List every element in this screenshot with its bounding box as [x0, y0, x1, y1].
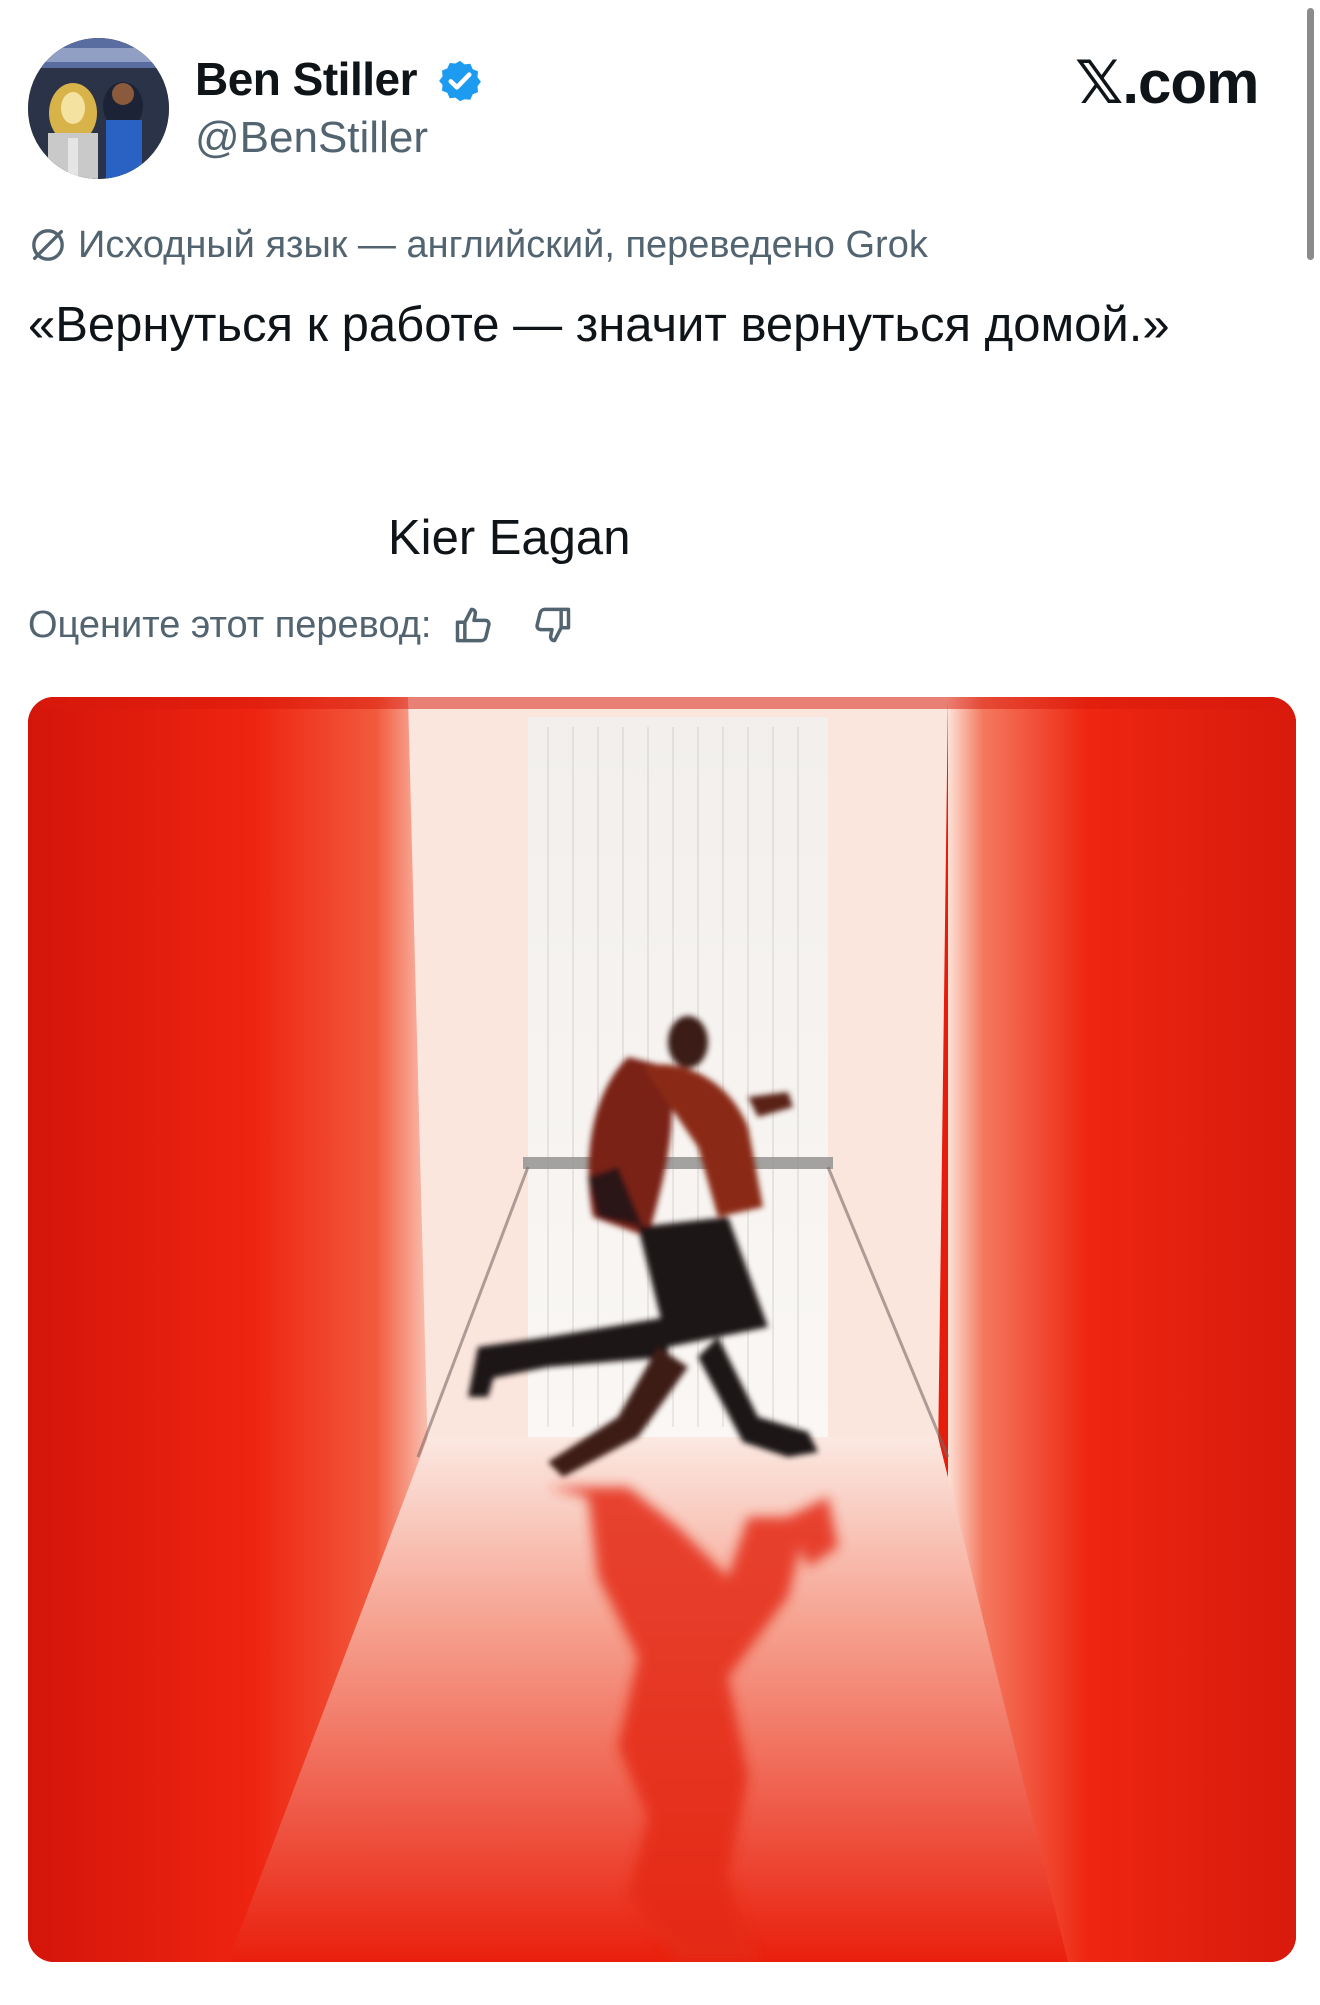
author-name[interactable]: Ben Stiller [195, 52, 418, 106]
tweet-text: «Вернуться к работе — значит вернуться д… [28, 298, 1170, 352]
thumbs-down-icon [535, 607, 571, 643]
avatar[interactable] [28, 38, 169, 179]
avatar-photo [28, 38, 169, 179]
author-handle[interactable]: @BenStiller [195, 113, 428, 163]
tweet-media-image[interactable] [28, 697, 1296, 1962]
x-com-logo: 𝕏.com [1075, 49, 1259, 116]
thumbs-up-button[interactable] [451, 602, 497, 648]
globe-slash-icon [32, 229, 64, 261]
translation-note: Исходный язык — английский, переведено G… [28, 222, 928, 268]
thumbs-up-icon [456, 607, 492, 643]
scrollbar[interactable] [1307, 8, 1314, 260]
hallway-runner-photo [28, 697, 1296, 1962]
rate-translation-row: Оцените этот перевод: [28, 600, 575, 650]
verified-badge-icon [439, 60, 481, 102]
rate-translation-label: Оцените этот перевод: [28, 603, 432, 646]
tweet-signature: Kier Eagan [388, 511, 631, 565]
translation-note-text: Исходный язык — английский, переведено G… [78, 223, 928, 266]
thumbs-down-button[interactable] [529, 602, 575, 648]
